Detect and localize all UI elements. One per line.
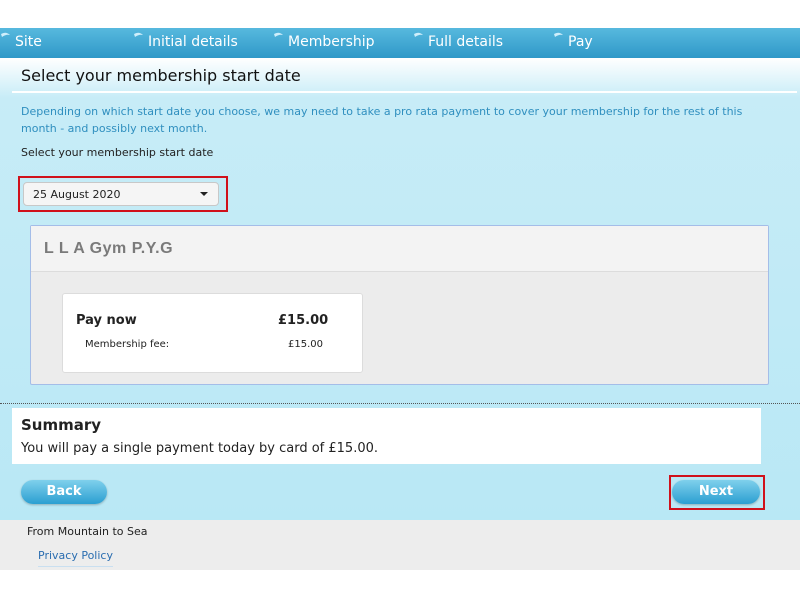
step-arrow-icon [553,31,564,42]
nav-step-label: Site [15,34,42,50]
step-arrow-icon [133,31,144,42]
privacy-policy-link[interactable]: Privacy Policy [38,549,113,567]
card-header: L L A Gym P.Y.G [31,226,768,272]
nav-step-initial-details[interactable]: Initial details [133,31,238,50]
page-title: Select your membership start date [21,66,301,85]
divider [12,91,797,93]
membership-fee-amount: £15.00 [288,339,323,350]
start-date-value: 25 August 2020 [33,188,121,201]
progress-nav: Site Initial details Membership Full det… [0,28,800,58]
nav-step-membership[interactable]: Membership [273,31,375,50]
nav-step-pay[interactable]: Pay [553,31,593,50]
pro-rata-info: Depending on which start date you choose… [21,105,743,135]
start-date-select[interactable]: 25 August 2020 [23,182,219,206]
membership-fee-label: Membership fee: [85,339,170,350]
nav-step-label: Pay [568,34,593,50]
chevron-down-icon [200,192,208,196]
pay-now-amount: £15.00 [278,313,329,328]
step-arrow-icon [0,31,11,42]
step-arrow-icon [273,31,284,42]
footer-tagline: From Mountain to Sea [27,525,148,538]
pay-now-label: Pay now [76,313,137,328]
step-arrow-icon [413,31,424,42]
back-button[interactable]: Back [21,480,107,504]
summary-title: Summary [21,416,102,434]
payment-box [62,293,363,373]
next-button[interactable]: Next [672,480,760,504]
card-title: L L A Gym P.Y.G [44,240,174,257]
nav-step-site[interactable]: Site [0,31,42,50]
start-date-label: Select your membership start date [21,146,214,159]
nav-step-label: Full details [428,34,504,50]
summary-text: You will pay a single payment today by c… [21,441,379,456]
nav-step-full-details[interactable]: Full details [413,31,504,50]
nav-step-label: Initial details [148,34,238,50]
nav-step-label: Membership [288,34,375,50]
dotted-divider [0,403,800,404]
